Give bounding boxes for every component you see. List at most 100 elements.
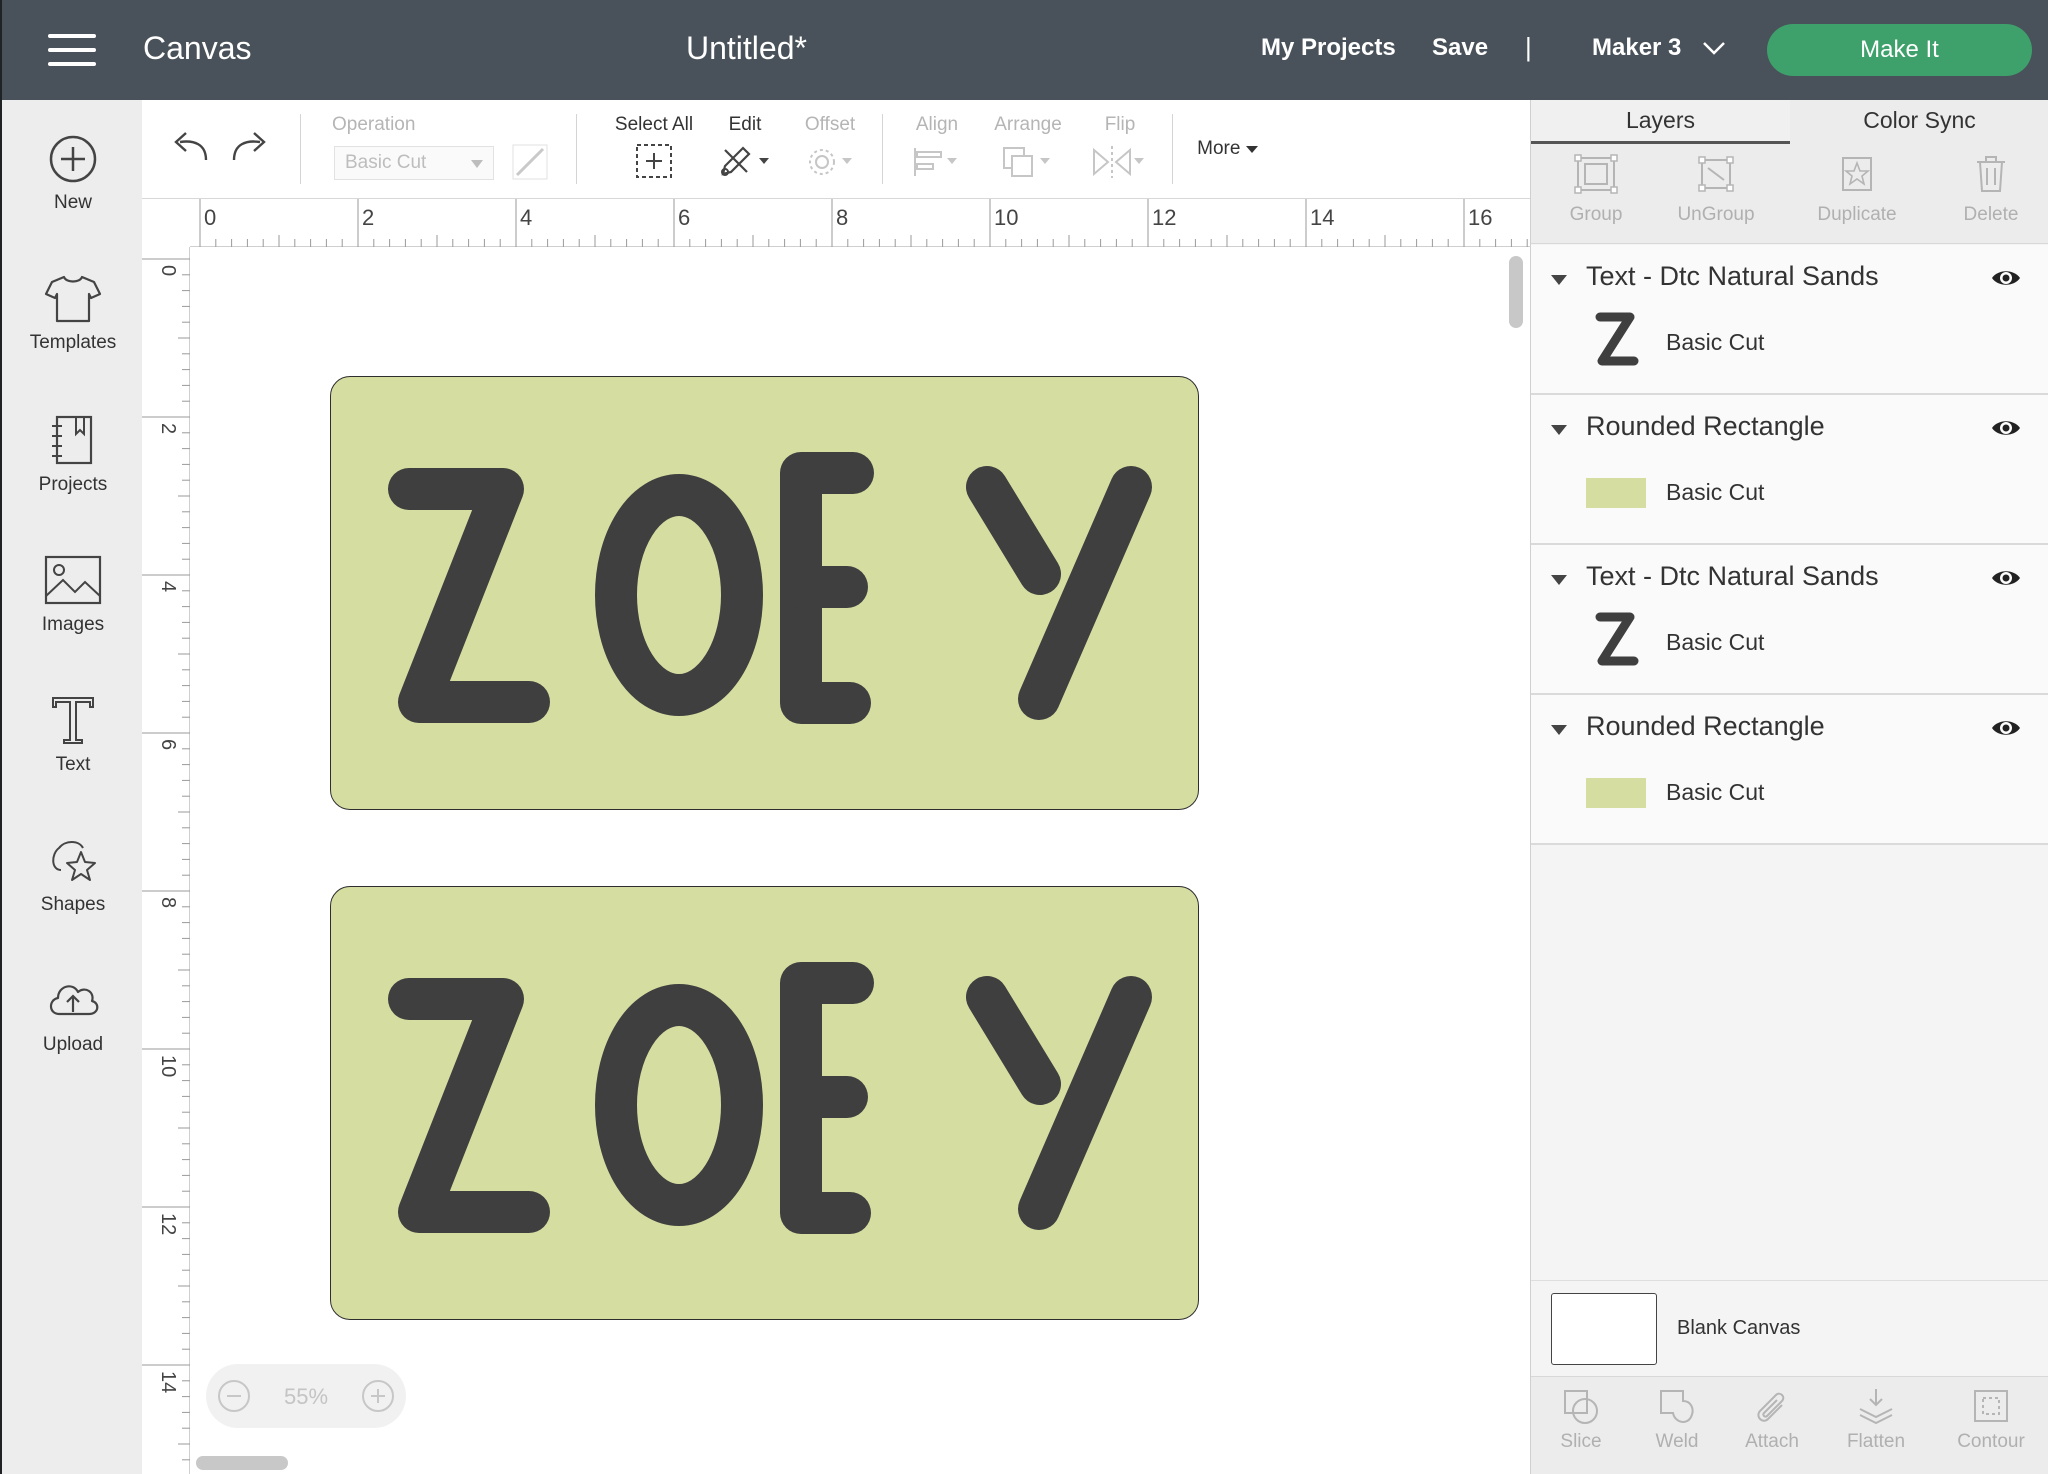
design-canvas[interactable]: 55%: [191, 248, 1530, 1474]
operation-select[interactable]: Basic Cut: [334, 146, 494, 180]
tab-layers[interactable]: Layers: [1531, 100, 1790, 144]
ungroup-button[interactable]: UnGroup: [1661, 144, 1771, 244]
align-button[interactable]: Align: [902, 114, 972, 185]
eye-icon[interactable]: [1991, 417, 2021, 439]
layer-actions: Group UnGroup Duplicate Delete: [1531, 144, 2048, 244]
sidebar-item-templates[interactable]: Templates: [2, 274, 144, 394]
paperclip-icon: [1757, 1392, 1785, 1422]
material-color-icon[interactable]: [512, 144, 548, 180]
eye-icon[interactable]: [1991, 267, 2021, 289]
eye-icon[interactable]: [1991, 567, 2021, 589]
caret-down-icon: [1245, 146, 1258, 153]
zoom-level: 55%: [283, 1384, 329, 1409]
ruler-label: 10: [157, 1055, 179, 1077]
edit-button[interactable]: Edit: [710, 114, 780, 185]
sidebar-item-label: New: [53, 192, 92, 213]
image-icon: [44, 555, 102, 605]
sidebar-item-new[interactable]: New: [2, 134, 144, 254]
left-sidebar: New Templates Projects Images Text Shape…: [0, 100, 142, 1474]
slice-button[interactable]: Slice: [1541, 1377, 1621, 1474]
text-icon: [52, 697, 94, 744]
group-button[interactable]: Group: [1551, 144, 1641, 244]
sidebar-item-label: Shapes: [40, 894, 106, 915]
ruler-label: 16: [1468, 205, 1492, 230]
toolbar-divider: [1172, 114, 1173, 184]
weld-button[interactable]: Weld: [1637, 1377, 1717, 1474]
ruler-label: 14: [157, 1371, 179, 1393]
operation-group: Operation: [332, 114, 415, 136]
attach-button[interactable]: Attach: [1727, 1377, 1817, 1474]
chevron-down-icon[interactable]: [1702, 38, 1726, 58]
sidebar-item-shapes[interactable]: Shapes: [2, 834, 144, 954]
tab-color-sync[interactable]: Color Sync: [1790, 100, 2048, 144]
horizontal-scrollbar[interactable]: [196, 1456, 288, 1470]
blank-canvas-label: Blank Canvas: [1677, 1317, 1801, 1339]
arrange-button[interactable]: Arrange: [988, 114, 1068, 185]
redo-icon[interactable]: [228, 130, 272, 166]
layer-row[interactable]: Rounded Rectangle Basic Cut: [1531, 395, 2048, 545]
machine-selector[interactable]: Maker 3: [1592, 34, 1681, 62]
collapse-caret-icon[interactable]: [1551, 725, 1567, 735]
ruler-label: 14: [1310, 205, 1334, 230]
cloud-upload-icon: [49, 985, 99, 1016]
zoom-control: 55%: [206, 1364, 406, 1428]
top-bar: Canvas Untitled* My Projects Save | Make…: [0, 0, 2048, 100]
sidebar-item-images[interactable]: Images: [2, 554, 144, 674]
layer-name: Rounded Rectangle: [1586, 711, 1825, 741]
edit-tools-icon: [721, 146, 769, 176]
design-group-2[interactable]: [330, 886, 1199, 1320]
save-button[interactable]: Save: [1432, 34, 1488, 62]
sidebar-item-upload[interactable]: Upload: [2, 974, 144, 1094]
operation-value: Basic Cut: [345, 152, 427, 173]
topbar-separator: |: [1525, 32, 1532, 62]
layer-operation: Basic Cut: [1666, 479, 1765, 505]
weld-label: Weld: [1655, 1431, 1699, 1452]
document-title[interactable]: Untitled*: [686, 30, 807, 67]
ungroup-label: UnGroup: [1677, 204, 1755, 225]
operation-label: Operation: [332, 114, 416, 135]
flatten-button[interactable]: Flatten: [1831, 1377, 1921, 1474]
collapse-caret-icon[interactable]: [1551, 275, 1567, 285]
vertical-scrollbar[interactable]: [1509, 256, 1523, 328]
make-it-button[interactable]: Make It: [1767, 24, 2032, 76]
layer-row[interactable]: Rounded Rectangle Basic Cut: [1531, 695, 2048, 845]
sidebar-item-label: Text: [55, 754, 91, 775]
edit-toolbar: Operation Basic Cut Select All Edit Offs…: [142, 100, 1530, 199]
select-all-label: Select All: [614, 114, 694, 135]
weld-icon: [1660, 1390, 1694, 1423]
zoom-in-button[interactable]: [362, 1380, 394, 1412]
layer-row[interactable]: Text - Dtc Natural Sands Basic Cut: [1531, 545, 2048, 695]
zoom-out-button[interactable]: [218, 1380, 250, 1412]
flip-button[interactable]: Flip: [1080, 114, 1160, 185]
text-thumbnail: [1595, 312, 1639, 366]
my-projects-link[interactable]: My Projects: [1261, 34, 1396, 62]
vertical-ruler: 0 2 4 6 8 10 12 14: [142, 247, 190, 1474]
undo-icon[interactable]: [168, 130, 212, 166]
offset-button[interactable]: Offset: [792, 114, 868, 185]
text-thumbnail: [1595, 612, 1639, 666]
delete-label: Delete: [1963, 204, 2019, 225]
shape-thumbnail: [1586, 478, 1646, 508]
vertical-ruler-ticks: 0 2 4 6 8 10 12 14: [142, 258, 190, 1461]
sidebar-item-label: Upload: [42, 1034, 104, 1055]
collapse-caret-icon[interactable]: [1551, 425, 1567, 435]
contour-label: Contour: [1957, 1431, 2025, 1452]
sidebar-item-text[interactable]: Text: [2, 694, 144, 814]
more-button[interactable]: More: [1188, 138, 1268, 160]
design-group-1[interactable]: [330, 376, 1199, 810]
ruler-label: 4: [520, 205, 532, 230]
layer-row[interactable]: Text - Dtc Natural Sands Basic Cut: [1531, 245, 2048, 395]
delete-button[interactable]: Delete: [1941, 144, 2041, 244]
sidebar-item-projects[interactable]: Projects: [2, 414, 144, 534]
ruler-label: 12: [157, 1213, 179, 1235]
ruler-label: 10: [994, 205, 1018, 230]
menu-icon[interactable]: [48, 34, 98, 68]
blank-canvas-swatch[interactable]: [1551, 1293, 1657, 1365]
collapse-caret-icon[interactable]: [1551, 575, 1567, 585]
select-all-button[interactable]: Select All: [604, 114, 704, 185]
layer-name: Text - Dtc Natural Sands: [1586, 561, 1879, 591]
duplicate-button[interactable]: Duplicate: [1797, 144, 1917, 244]
trash-icon: [1977, 156, 2005, 192]
contour-button[interactable]: Contour: [1941, 1377, 2041, 1474]
eye-icon[interactable]: [1991, 717, 2021, 739]
